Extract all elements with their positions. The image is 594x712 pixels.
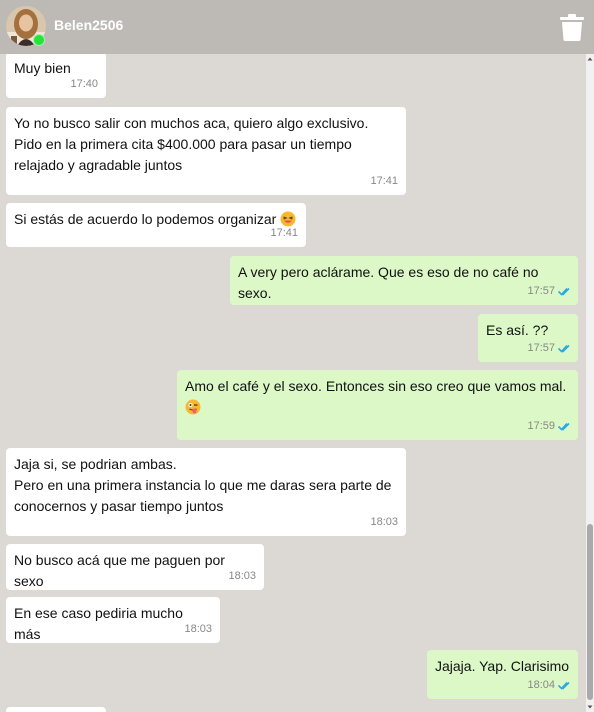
contact-name[interactable]: Belen2506 — [54, 17, 123, 33]
message-time: 17:57 — [527, 285, 555, 297]
scroll-down-arrow-icon[interactable] — [586, 702, 594, 712]
message-incoming: En ese caso pediria mucho más 18:03 — [6, 597, 220, 643]
message-line: Pero en una primera instancia lo que me … — [14, 477, 392, 493]
message-incoming-partial — [6, 707, 106, 712]
message-meta: 17:59 — [527, 416, 570, 437]
message-time: 17:40 — [70, 78, 98, 90]
message-line: relajado y agradable juntos — [14, 157, 183, 173]
message-time: 17:59 — [527, 420, 555, 432]
message-line: Jaja si, se podrian ambas. — [14, 456, 177, 472]
message-incoming: No busco acá que me paguen por sexo 18:0… — [6, 544, 264, 590]
avatar-wrapper[interactable] — [0, 0, 54, 54]
message-text: A very pero aclárame. Que es eso de no c… — [238, 264, 539, 301]
message-list[interactable]: Muy bien 17:40 Yo no busco salir con muc… — [0, 54, 586, 712]
message-text: Si estás de acuerdo lo podemos organizar — [14, 211, 277, 227]
message-text: Amo el café y el sexo. Entonces sin eso … — [185, 378, 567, 394]
message-line: conocernos y pasar tiempo juntos — [14, 498, 224, 514]
message-time: 17:41 — [270, 227, 298, 239]
message-line: Pido en la primera cita $400.000 para pa… — [14, 136, 352, 152]
message-outgoing: Amo el café y el sexo. Entonces sin eso … — [177, 370, 578, 440]
message-meta: 17:57 — [527, 338, 570, 359]
message-incoming: Jaja si, se podrian ambas. Pero en una p… — [6, 448, 406, 536]
online-status-indicator — [33, 34, 45, 46]
message-meta: 17:57 — [527, 281, 570, 302]
message-line: Yo no busco salir con muchos aca, quiero… — [14, 115, 369, 131]
message-time: 18:04 — [527, 679, 555, 691]
message-incoming: Muy bien 17:40 — [6, 54, 106, 98]
chat-header: Belen2506 — [0, 0, 594, 54]
message-time: 18:03 — [228, 570, 256, 582]
double-check-icon — [558, 681, 570, 690]
message-text: No busco acá que me paguen por sexo — [14, 552, 225, 589]
double-check-icon — [558, 422, 570, 431]
double-check-icon — [558, 287, 570, 296]
message-time: 18:03 — [184, 623, 212, 635]
message-incoming: Yo no busco salir con muchos aca, quiero… — [6, 107, 406, 195]
message-incoming: Si estás de acuerdo lo podemos organizar… — [6, 203, 306, 247]
message-time: 17:57 — [527, 342, 555, 354]
winking-tongue-face-icon — [185, 399, 201, 421]
scroll-up-arrow-icon[interactable] — [586, 54, 594, 64]
double-check-icon — [558, 344, 570, 353]
message-time: 17:41 — [370, 175, 398, 187]
scrollbar[interactable] — [586, 54, 594, 712]
message-text: Jajaja. Yap. Clarisimo — [435, 658, 570, 674]
message-meta: 18:04 — [527, 675, 570, 696]
message-text: En ese caso pediria mucho más — [14, 605, 183, 642]
message-outgoing: Jajaja. Yap. Clarisimo 18:04 — [427, 650, 578, 699]
message-time: 18:03 — [370, 516, 398, 528]
trash-icon[interactable] — [560, 13, 584, 41]
message-outgoing: Es así. ?? 17:57 — [478, 314, 578, 362]
scrollbar-thumb[interactable] — [587, 524, 593, 700]
message-outgoing: A very pero aclárame. Que es eso de no c… — [230, 256, 578, 305]
